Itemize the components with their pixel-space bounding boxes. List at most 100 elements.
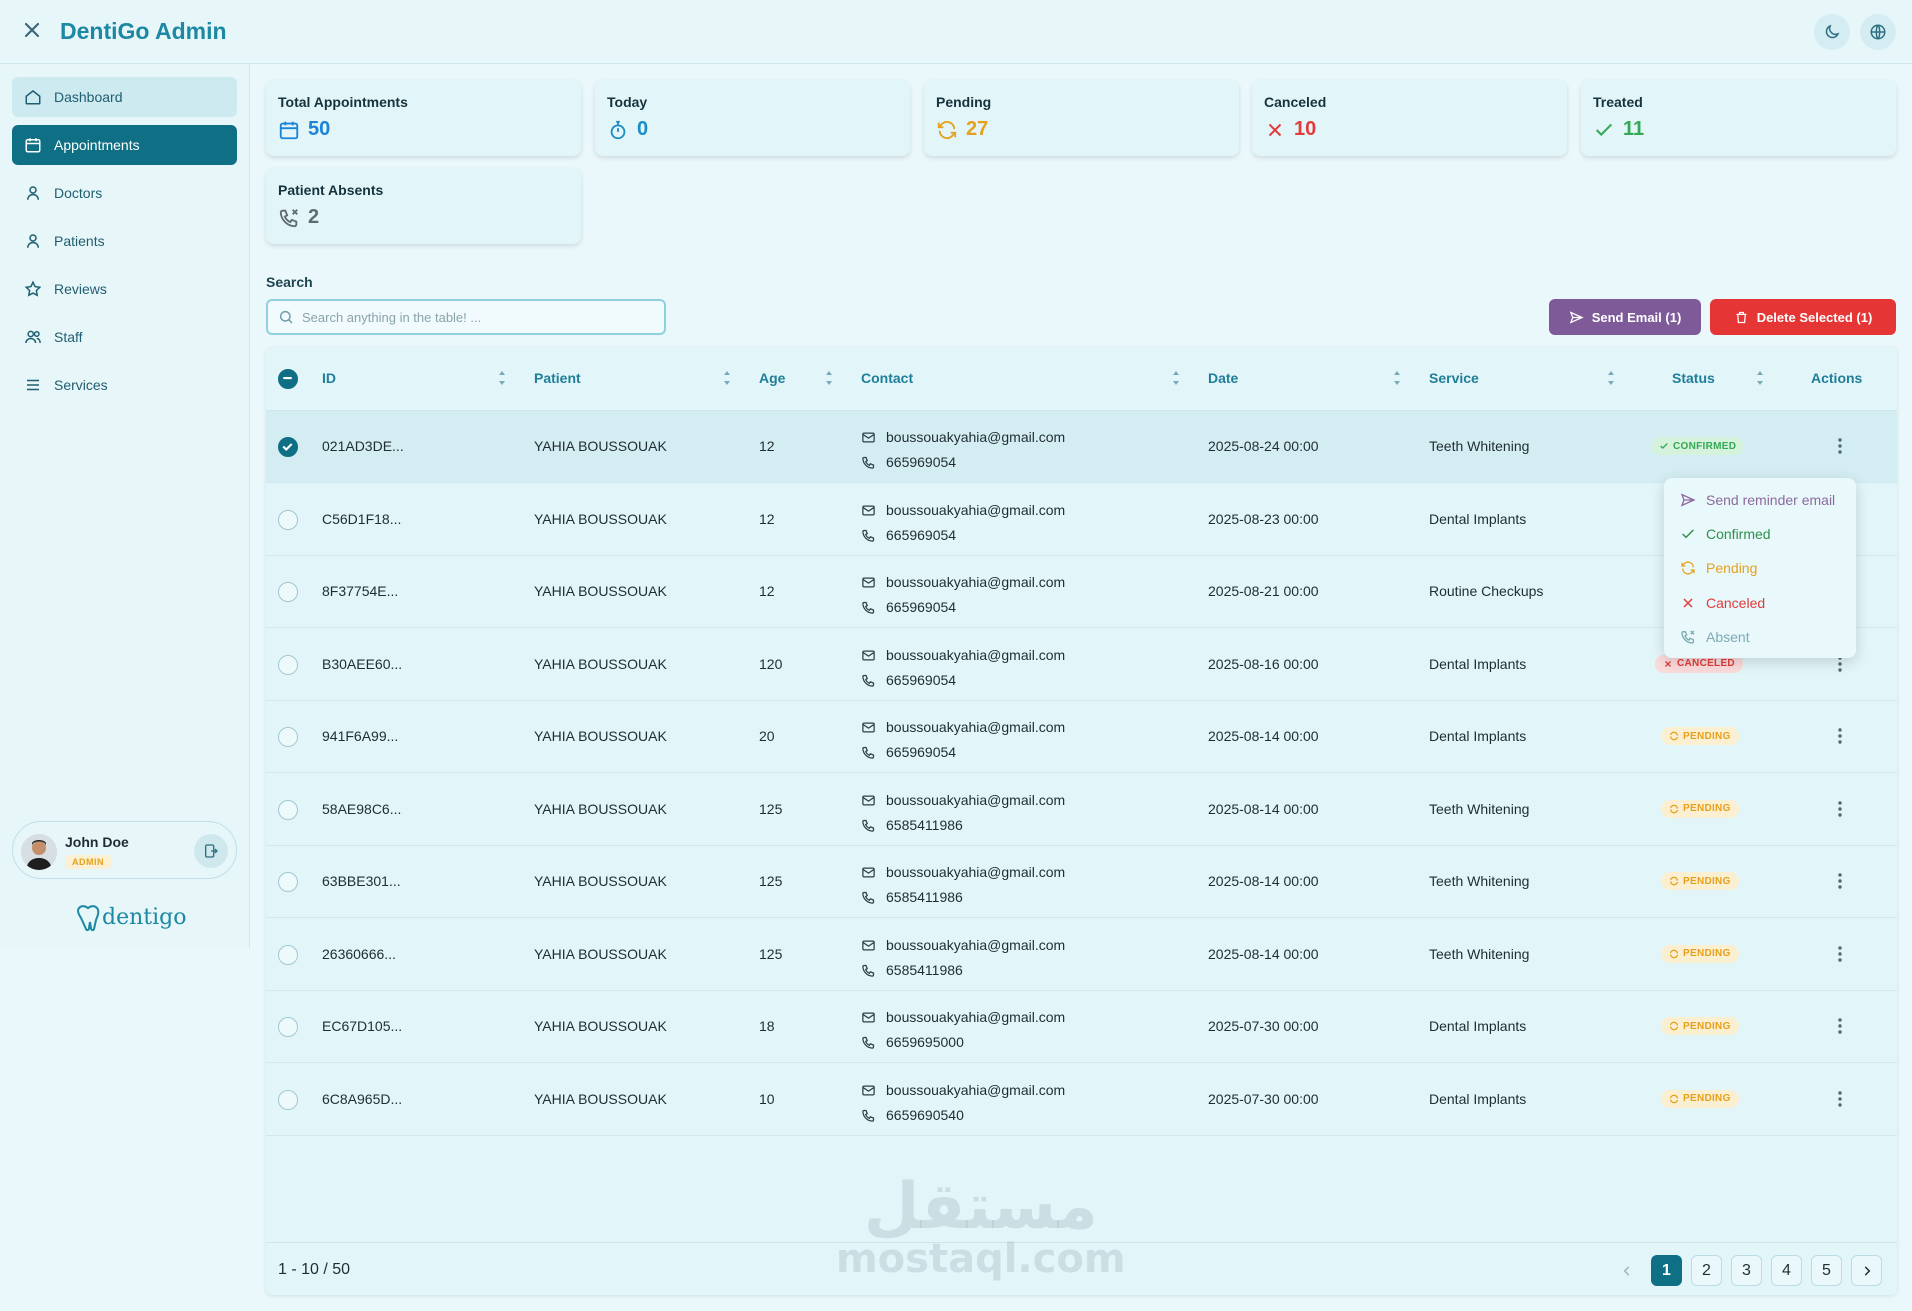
row-checkbox[interactable] xyxy=(278,654,298,675)
contact-email[interactable]: boussouakyahia@gmail.com xyxy=(886,788,1065,813)
sidebar-item-doctors[interactable]: Doctors xyxy=(12,173,237,213)
more-icon[interactable] xyxy=(1830,1089,1850,1109)
search-input[interactable] xyxy=(302,301,657,333)
column-header-date[interactable]: Date xyxy=(1208,370,1238,386)
refresh-icon xyxy=(1669,804,1679,813)
contact-phone[interactable]: 6585411986 xyxy=(886,813,963,838)
row-checkbox[interactable] xyxy=(278,799,298,820)
contact-email[interactable]: boussouakyahia@gmail.com xyxy=(886,1078,1065,1103)
cell-patient: YAHIA BOUSSOUAK xyxy=(534,1090,667,1107)
column-header-status[interactable]: Status xyxy=(1672,370,1715,386)
row-checkbox[interactable] xyxy=(278,582,298,602)
contact-email[interactable]: boussouakyahia@gmail.com xyxy=(886,425,1065,450)
sort-icon[interactable] xyxy=(1392,369,1402,387)
moon-icon xyxy=(1825,24,1840,39)
row-checkbox[interactable] xyxy=(278,509,298,530)
contact-phone[interactable]: 665969054 xyxy=(886,668,956,693)
cell-service: Teeth Whitening xyxy=(1429,438,1530,454)
more-icon[interactable] xyxy=(1830,944,1850,964)
more-icon[interactable] xyxy=(1830,799,1850,819)
contact-phone[interactable]: 665969054 xyxy=(886,523,956,548)
more-icon[interactable] xyxy=(1830,871,1850,891)
page-button-4[interactable]: 4 xyxy=(1771,1255,1802,1286)
column-header-id[interactable]: ID xyxy=(322,370,336,386)
sidebar-item-services[interactable]: Services xyxy=(12,365,237,405)
menu-item-send-reminder[interactable]: Send reminder email xyxy=(1680,488,1835,512)
contact-phone[interactable]: 6659695000 xyxy=(886,1030,964,1055)
sidebar-item-label: Dashboard xyxy=(54,89,123,105)
row-checkbox[interactable] xyxy=(278,727,298,747)
contact-phone[interactable]: 6585411986 xyxy=(886,958,963,983)
menu-item-pending[interactable]: Pending xyxy=(1680,556,1757,580)
avatar[interactable] xyxy=(21,834,57,870)
menu-item-canceled[interactable]: Canceled xyxy=(1680,591,1765,615)
sidebar-item-label: Staff xyxy=(54,329,83,345)
pagination-range: 1 - 10 / 50 xyxy=(278,1261,351,1278)
menu-item-absent[interactable]: Absent xyxy=(1680,625,1750,649)
contact-phone[interactable]: 665969054 xyxy=(886,450,956,475)
column-header-service[interactable]: Service xyxy=(1429,370,1479,386)
cell-service: Dental Implants xyxy=(1429,655,1527,672)
sort-icon[interactable] xyxy=(1755,369,1765,387)
next-page-button[interactable] xyxy=(1851,1255,1882,1286)
cell-age: 120 xyxy=(759,655,783,672)
column-header-age[interactable]: Age xyxy=(759,370,785,386)
contact-email[interactable]: boussouakyahia@gmail.com xyxy=(886,860,1065,885)
contact-email[interactable]: boussouakyahia@gmail.com xyxy=(886,715,1065,740)
sort-icon[interactable] xyxy=(1606,369,1616,387)
phone-icon xyxy=(862,964,875,977)
contact-phone[interactable]: 6585411986 xyxy=(886,885,963,910)
contact-email[interactable]: boussouakyahia@gmail.com xyxy=(886,498,1065,523)
row-checkbox[interactable] xyxy=(278,1089,298,1110)
cell-patient: YAHIA BOUSSOUAK xyxy=(534,873,667,889)
stat-value: 27 xyxy=(936,118,988,141)
more-icon[interactable] xyxy=(1830,436,1850,456)
mail-icon xyxy=(862,1085,875,1095)
cell-patient: YAHIA BOUSSOUAK xyxy=(534,728,667,744)
sort-icon[interactable] xyxy=(1171,369,1181,387)
page-button-1[interactable]: 1 xyxy=(1651,1255,1682,1286)
sort-icon[interactable] xyxy=(497,369,507,387)
refresh-icon xyxy=(1669,1021,1679,1031)
contact-email[interactable]: boussouakyahia@gmail.com xyxy=(886,643,1065,668)
more-icon[interactable] xyxy=(1830,726,1850,746)
sidebar-item-appointments[interactable]: Appointments xyxy=(12,125,237,165)
page-button-5[interactable]: 5 xyxy=(1811,1255,1842,1286)
column-header-patient[interactable]: Patient xyxy=(534,370,581,386)
sidebar-item-label: Reviews xyxy=(54,281,107,297)
sort-icon[interactable] xyxy=(824,369,834,387)
cell-patient: YAHIA BOUSSOUAK xyxy=(534,510,667,527)
contact-phone[interactable]: 6659690540 xyxy=(886,1103,964,1128)
send-email-button[interactable]: Send Email (1) xyxy=(1549,299,1701,335)
sidebar-item-dashboard[interactable]: Dashboard xyxy=(12,77,237,117)
menu-item-confirmed[interactable]: Confirmed xyxy=(1680,522,1771,546)
logout-button[interactable] xyxy=(194,834,228,868)
cell-id: EC67D105... xyxy=(322,1018,403,1034)
sidebar-item-staff[interactable]: Staff xyxy=(12,317,237,357)
sidebar-item-reviews[interactable]: Reviews xyxy=(12,269,237,309)
select-all-checkbox[interactable] xyxy=(278,369,298,389)
page-button-3[interactable]: 3 xyxy=(1731,1255,1762,1286)
dark-mode-button[interactable] xyxy=(1814,14,1850,50)
delete-selected-button[interactable]: Delete Selected (1) xyxy=(1710,299,1896,335)
column-header-contact[interactable]: Contact xyxy=(861,370,913,386)
page-button-2[interactable]: 2 xyxy=(1691,1255,1722,1286)
row-checkbox[interactable] xyxy=(278,437,298,457)
sidebar-item-patients[interactable]: Patients xyxy=(12,221,237,261)
user-name: John Doe xyxy=(65,834,129,850)
close-icon[interactable] xyxy=(20,18,44,42)
more-icon[interactable] xyxy=(1830,1016,1850,1036)
contact-phone[interactable]: 665969054 xyxy=(886,740,956,765)
stat-card-canceled: Canceled 10 xyxy=(1252,80,1567,156)
sort-icon[interactable] xyxy=(722,369,732,387)
row-checkbox[interactable] xyxy=(278,1017,298,1037)
row-checkbox[interactable] xyxy=(278,944,298,965)
contact-email[interactable]: boussouakyahia@gmail.com xyxy=(886,570,1065,595)
language-button[interactable] xyxy=(1860,14,1896,50)
contact-email[interactable]: boussouakyahia@gmail.com xyxy=(886,1005,1065,1030)
contact-email[interactable]: boussouakyahia@gmail.com xyxy=(886,933,1065,958)
row-checkbox[interactable] xyxy=(278,872,298,892)
contact-phone[interactable]: 665969054 xyxy=(886,595,956,620)
brand-name: dentigo xyxy=(102,904,187,930)
prev-page-button[interactable] xyxy=(1611,1255,1642,1286)
